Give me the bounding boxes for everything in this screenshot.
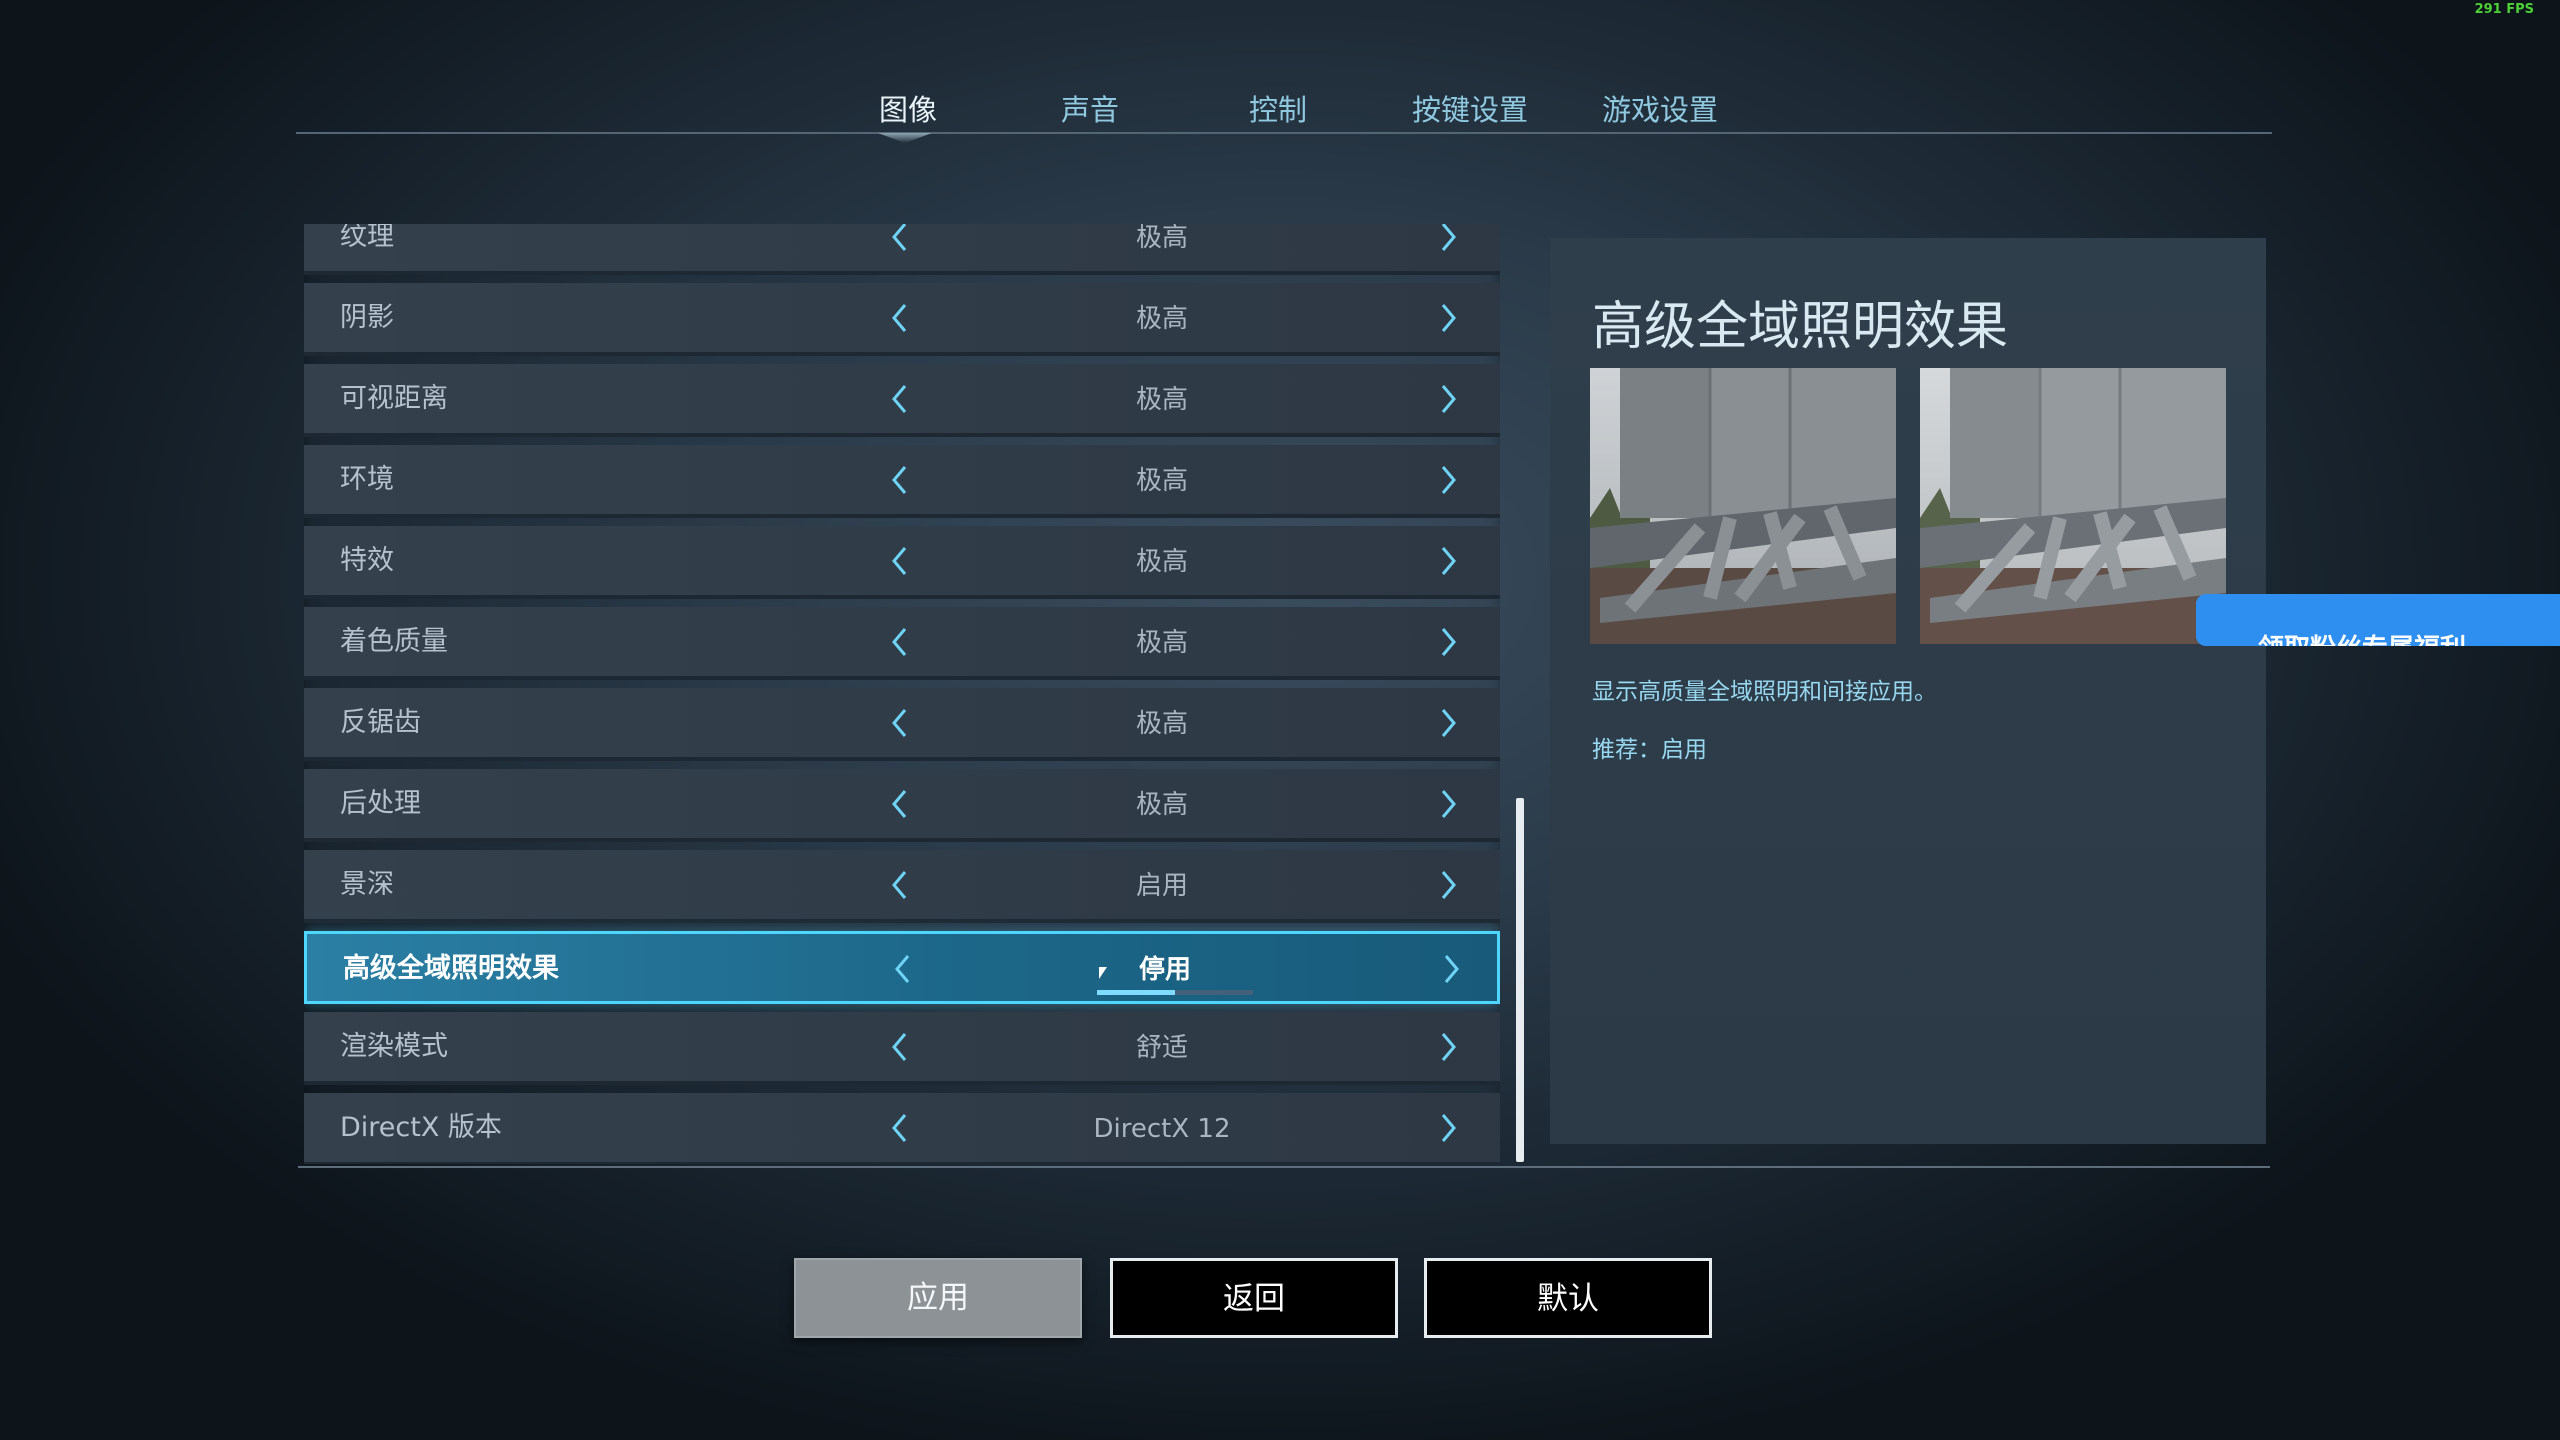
fps-counter: 291 FPS xyxy=(2474,2,2534,17)
chevron-right-icon[interactable] xyxy=(1422,1022,1472,1072)
setting-value: 极高 xyxy=(1135,547,1188,577)
setting-label: 后处理 xyxy=(340,788,421,819)
preview-image-on xyxy=(1920,368,2226,644)
settings-rows: 纹理 极高 阴影 极高 可视距离 极高 环境 极高 特效 极高 着色质量 极高 反锯齿 极高 后处理 极高 景深… xyxy=(304,224,1500,1164)
chevron-right-icon[interactable] xyxy=(1425,944,1475,994)
chevron-right-icon[interactable] xyxy=(1422,617,1472,667)
chevron-left-icon[interactable] xyxy=(876,1022,926,1072)
setting-row[interactable]: 反锯齿 极高 xyxy=(304,688,1500,761)
promo-banner[interactable]: 领取粉丝专属福利 xyxy=(2196,594,2560,646)
tab-divider xyxy=(296,132,2272,134)
promo-label: 领取粉丝专属福利 xyxy=(2258,628,2466,646)
setting-value: 极高 xyxy=(1135,709,1188,739)
setting-row[interactable]: 高级全域照明效果 停用 xyxy=(304,931,1500,1004)
setting-value: 极高 xyxy=(1135,628,1188,658)
setting-label: 特效 xyxy=(340,545,394,576)
setting-label: 可视距离 xyxy=(340,383,448,414)
chevron-left-icon[interactable] xyxy=(876,860,926,910)
settings-list: 纹理 极高 阴影 极高 可视距离 极高 环境 极高 特效 极高 着色质量 极高 反锯齿 极高 后处理 极高 景深… xyxy=(304,224,1500,1164)
setting-row[interactable]: 阴影 极高 xyxy=(304,283,1500,356)
setting-value: 极高 xyxy=(1135,224,1188,253)
chevron-right-icon[interactable] xyxy=(1422,860,1472,910)
chevron-left-icon[interactable] xyxy=(876,455,926,505)
setting-label: 渲染模式 xyxy=(340,1031,448,1062)
setting-value: 极高 xyxy=(1135,790,1188,820)
chevron-left-icon[interactable] xyxy=(876,1103,926,1153)
chevron-right-icon[interactable] xyxy=(1422,1103,1472,1153)
mouse-cursor-icon xyxy=(1099,967,1107,979)
setting-row[interactable]: 纹理 极高 xyxy=(304,224,1500,275)
tab-sound[interactable]: 声音 xyxy=(1010,86,1170,134)
list-scrollbar[interactable] xyxy=(1516,798,1524,1162)
chevron-right-icon[interactable] xyxy=(1422,698,1472,748)
setting-row[interactable]: 可视距离 极高 xyxy=(304,364,1500,437)
setting-detail-panel: 高级全域照明效果 显示高质量全域照明和间接应用。 推荐：启用 xyxy=(1550,238,2266,1144)
setting-label: 高级全域照明效果 xyxy=(343,953,559,984)
setting-value: DirectX 12 xyxy=(1093,1114,1231,1144)
setting-row[interactable]: 后处理 极高 xyxy=(304,769,1500,842)
setting-row[interactable]: 环境 极高 xyxy=(304,445,1500,518)
setting-label: DirectX 版本 xyxy=(340,1112,502,1143)
chevron-left-icon[interactable] xyxy=(876,224,926,262)
chevron-right-icon[interactable] xyxy=(1422,455,1472,505)
detail-description: 显示高质量全域照明和间接应用。 xyxy=(1592,679,1937,705)
chevron-left-icon[interactable] xyxy=(879,944,929,994)
tab-graphics[interactable]: 图像 xyxy=(828,86,988,134)
chevron-left-icon[interactable] xyxy=(876,293,926,343)
default-button[interactable]: 默认 xyxy=(1424,1258,1712,1338)
setting-label: 阴影 xyxy=(340,302,394,333)
setting-row[interactable]: 渲染模式 舒适 xyxy=(304,1012,1500,1085)
hold-progress-bar xyxy=(1097,990,1253,995)
tab-game-settings[interactable]: 游戏设置 xyxy=(1580,86,1740,134)
setting-label: 纹理 xyxy=(340,224,394,252)
detail-title: 高级全域照明效果 xyxy=(1592,297,2009,357)
chevron-left-icon[interactable] xyxy=(876,374,926,424)
chevron-right-icon[interactable] xyxy=(1422,536,1472,586)
apply-button[interactable]: 应用 xyxy=(794,1258,1082,1338)
setting-value: 启用 xyxy=(1135,871,1188,901)
setting-row[interactable]: 景深 启用 xyxy=(304,850,1500,923)
chevron-right-icon[interactable] xyxy=(1422,779,1472,829)
setting-row[interactable]: 着色质量 极高 xyxy=(304,607,1500,680)
setting-value: 极高 xyxy=(1135,466,1188,496)
detail-recommendation: 推荐：启用 xyxy=(1592,737,1707,763)
chevron-right-icon[interactable] xyxy=(1422,224,1472,262)
active-tab-indicator xyxy=(878,133,932,143)
preview-image-off xyxy=(1590,368,1896,644)
setting-value: 极高 xyxy=(1135,385,1188,415)
setting-value: 舒适 xyxy=(1135,1033,1188,1063)
back-button[interactable]: 返回 xyxy=(1110,1258,1398,1338)
setting-label: 环境 xyxy=(340,464,394,495)
setting-label: 反锯齿 xyxy=(340,707,421,738)
setting-label: 景深 xyxy=(340,869,394,900)
setting-label: 着色质量 xyxy=(340,626,448,657)
setting-value: 极高 xyxy=(1135,304,1188,334)
setting-row[interactable]: DirectX 版本 DirectX 12 xyxy=(304,1093,1500,1164)
chevron-left-icon[interactable] xyxy=(876,779,926,829)
settings-tabs: 图像 声音 控制 按键设置 游戏设置 xyxy=(296,86,2272,134)
chevron-left-icon[interactable] xyxy=(876,536,926,586)
tab-controls[interactable]: 控制 xyxy=(1198,86,1358,134)
list-divider xyxy=(298,1166,2270,1168)
chevron-right-icon[interactable] xyxy=(1422,293,1472,343)
chevron-left-icon[interactable] xyxy=(876,698,926,748)
chevron-left-icon[interactable] xyxy=(876,617,926,667)
setting-row[interactable]: 特效 极高 xyxy=(304,526,1500,599)
hold-progress-fill xyxy=(1097,990,1175,995)
setting-value: 停用 xyxy=(1138,955,1191,985)
chevron-right-icon[interactable] xyxy=(1422,374,1472,424)
tab-keybindings[interactable]: 按键设置 xyxy=(1390,86,1550,134)
